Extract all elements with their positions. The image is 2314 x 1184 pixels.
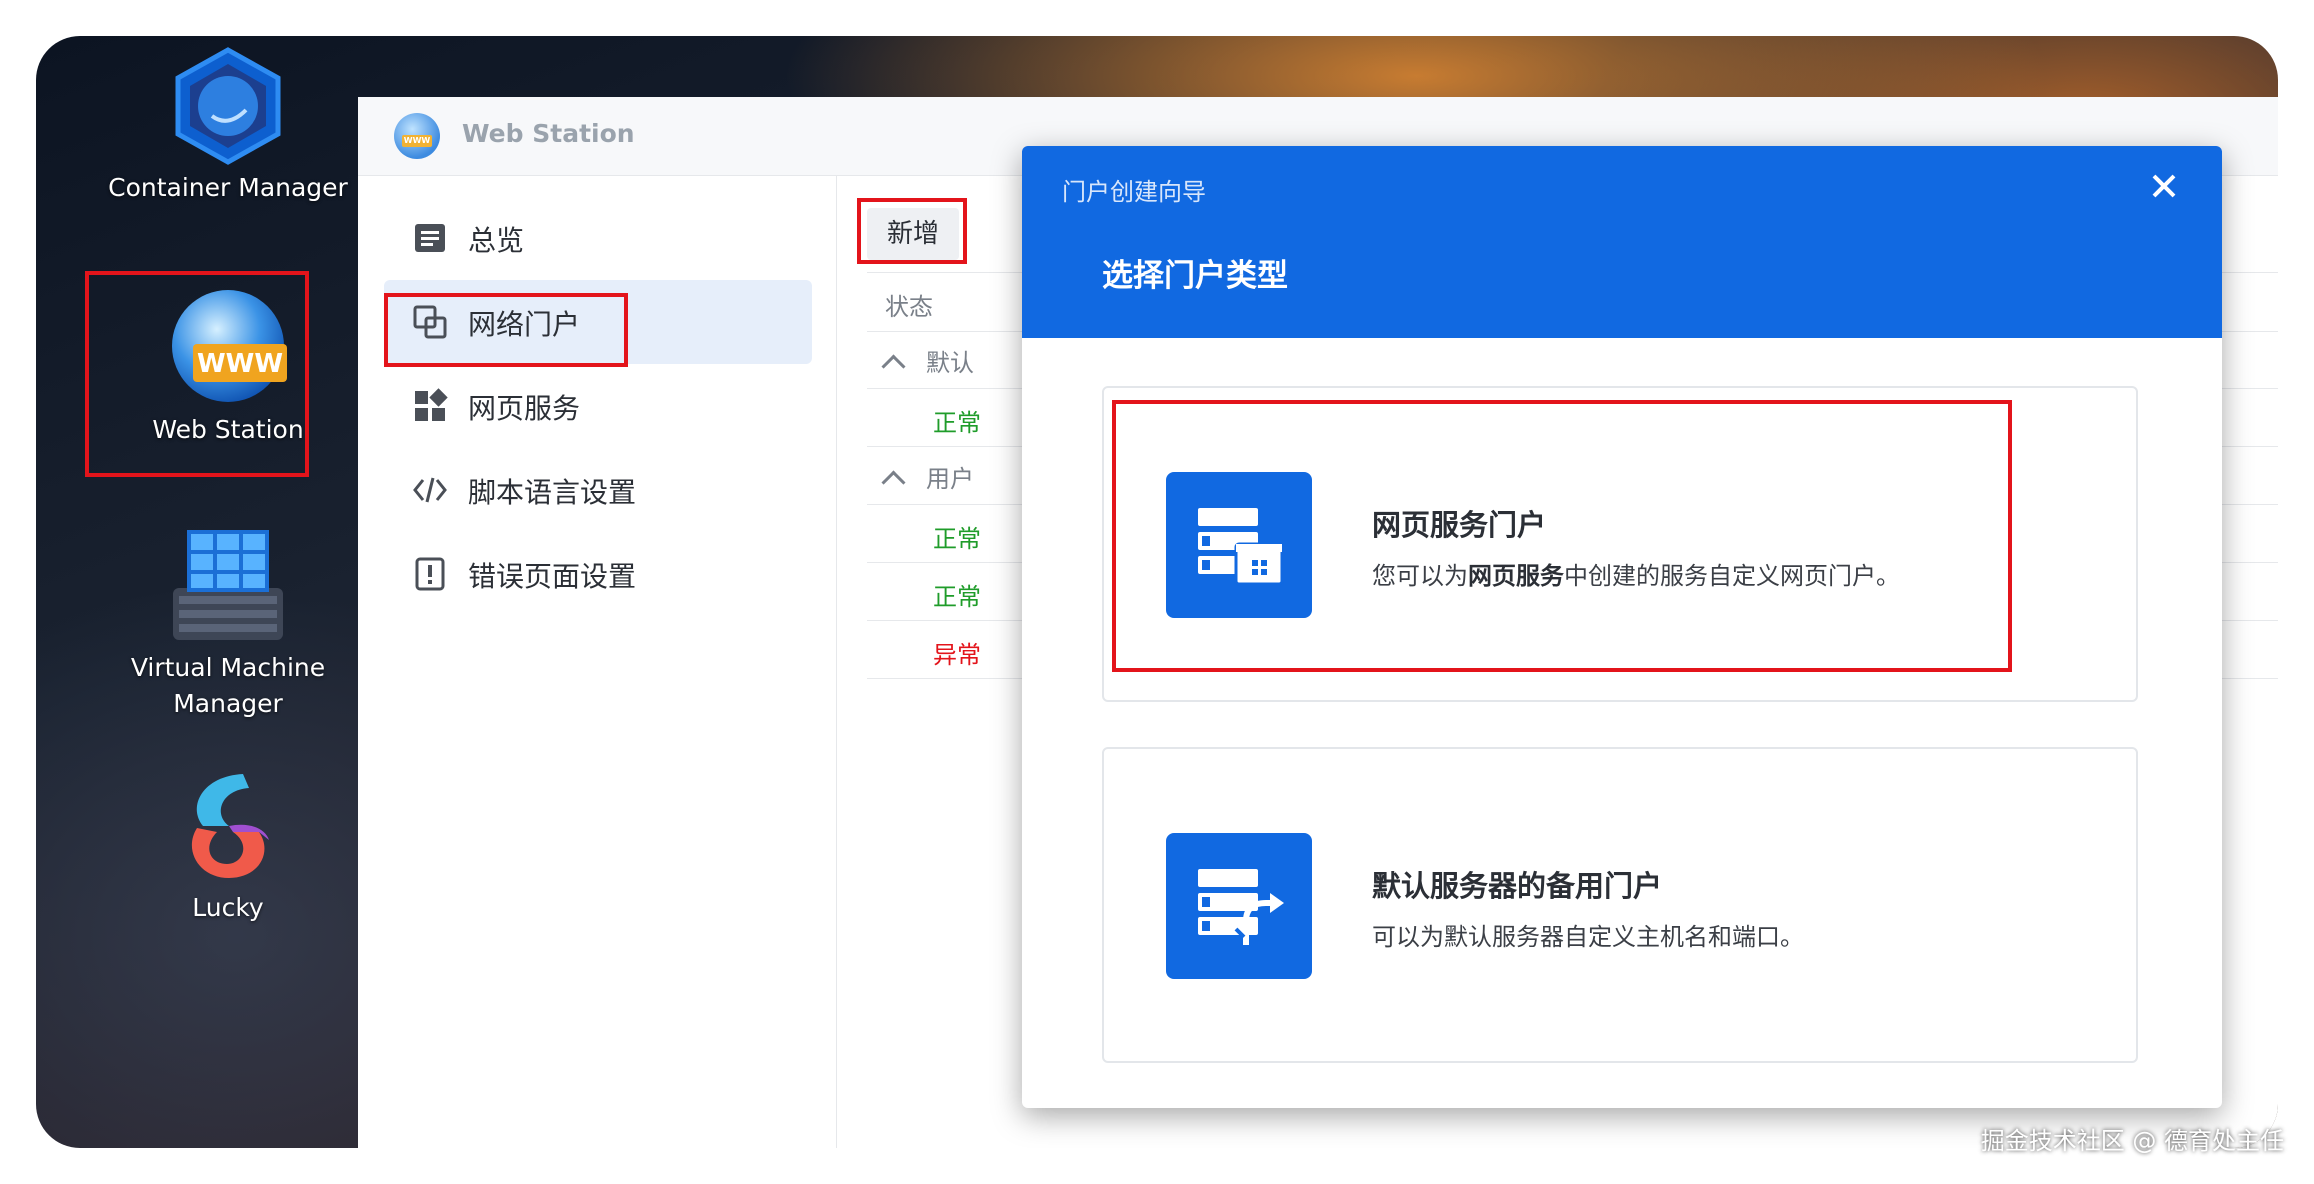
close-icon[interactable] [2146, 168, 2182, 204]
sidebar-item-overview[interactable]: 总览 [384, 196, 812, 280]
sidebar-item-label: 网页服务 [468, 392, 581, 425]
lucky-icon [191, 774, 269, 878]
chevron-up-icon [881, 470, 906, 495]
sidebar-item-web-service[interactable]: 网页服务 [384, 364, 812, 448]
desktop-icon-lucky[interactable]: Lucky [78, 766, 378, 926]
desktop-icon-label: Lucky [192, 893, 264, 922]
group-label: 用户 [926, 465, 974, 493]
highlight-web-station-icon [85, 271, 309, 477]
status-column-header: 状态 [885, 293, 933, 321]
sidebar-item-label: 错误页面设置 [468, 560, 637, 593]
option-default-server-backup-portal[interactable]: 默认服务器的备用门户 可以为默认服务器自定义主机名和端口。 [1102, 747, 2138, 1063]
desktop-icon-label: Container Manager [108, 173, 348, 202]
highlight-web-service-portal-option [1112, 400, 2012, 672]
container-manager-icon [175, 47, 281, 165]
dialog-caption: 门户创建向导 [1062, 178, 1206, 206]
virtual-machine-manager-icon [173, 530, 283, 640]
overview-icon [415, 224, 445, 252]
portal-wizard-dialog: 门户创建向导 选择门户类型 网页服务门户 您可以为网页服务中创建的服务自定义网页… [1022, 146, 2222, 1108]
dialog-header: 门户创建向导 选择门户类型 [1022, 146, 2222, 338]
desktop: Container Manager WWW Web Station Virtua… [36, 36, 2278, 1148]
desktop-icon-label: Virtual Machine [130, 653, 326, 682]
sidebar-item-label: 总览 [468, 224, 525, 257]
watermark: 掘金技术社区 @ 德育处主任 [1980, 1127, 2284, 1155]
desktop-icon-container-manager[interactable]: Container Manager [78, 46, 378, 206]
highlight-portal-nav [384, 293, 628, 367]
default-server-portal-icon [1166, 833, 1312, 979]
code-icon [413, 477, 447, 503]
option-description: 可以为默认服务器自定义主机名和端口。 [1372, 923, 1804, 951]
sidebar-item-label: 脚本语言设置 [468, 476, 637, 509]
desktop-icon-label: Manager [173, 689, 283, 718]
sidebar-item-script-language[interactable]: 脚本语言设置 [384, 448, 812, 532]
status-text: 异常 [933, 641, 981, 669]
web-station-logo-icon: WWW [394, 113, 440, 159]
status-text: 正常 [933, 409, 981, 437]
status-text: 正常 [933, 583, 981, 611]
window-title: Web Station [462, 119, 635, 148]
option-title: 默认服务器的备用门户 [1372, 869, 1663, 903]
chevron-up-icon [881, 354, 906, 379]
status-text: 正常 [933, 525, 981, 553]
sidebar-item-error-page[interactable]: 错误页面设置 [384, 532, 812, 616]
desktop-icon-virtual-machine-manager[interactable]: Virtual Machine Manager [78, 526, 378, 722]
highlight-add-button [857, 198, 967, 264]
dialog-title: 选择门户类型 [1102, 258, 1288, 294]
grid-icon [415, 388, 448, 421]
error-page-icon [415, 557, 445, 591]
group-label: 默认 [926, 349, 974, 377]
sidebar: 总览 网络门户 网页服务 脚本语言设置 错误页面设置 [358, 176, 837, 1148]
